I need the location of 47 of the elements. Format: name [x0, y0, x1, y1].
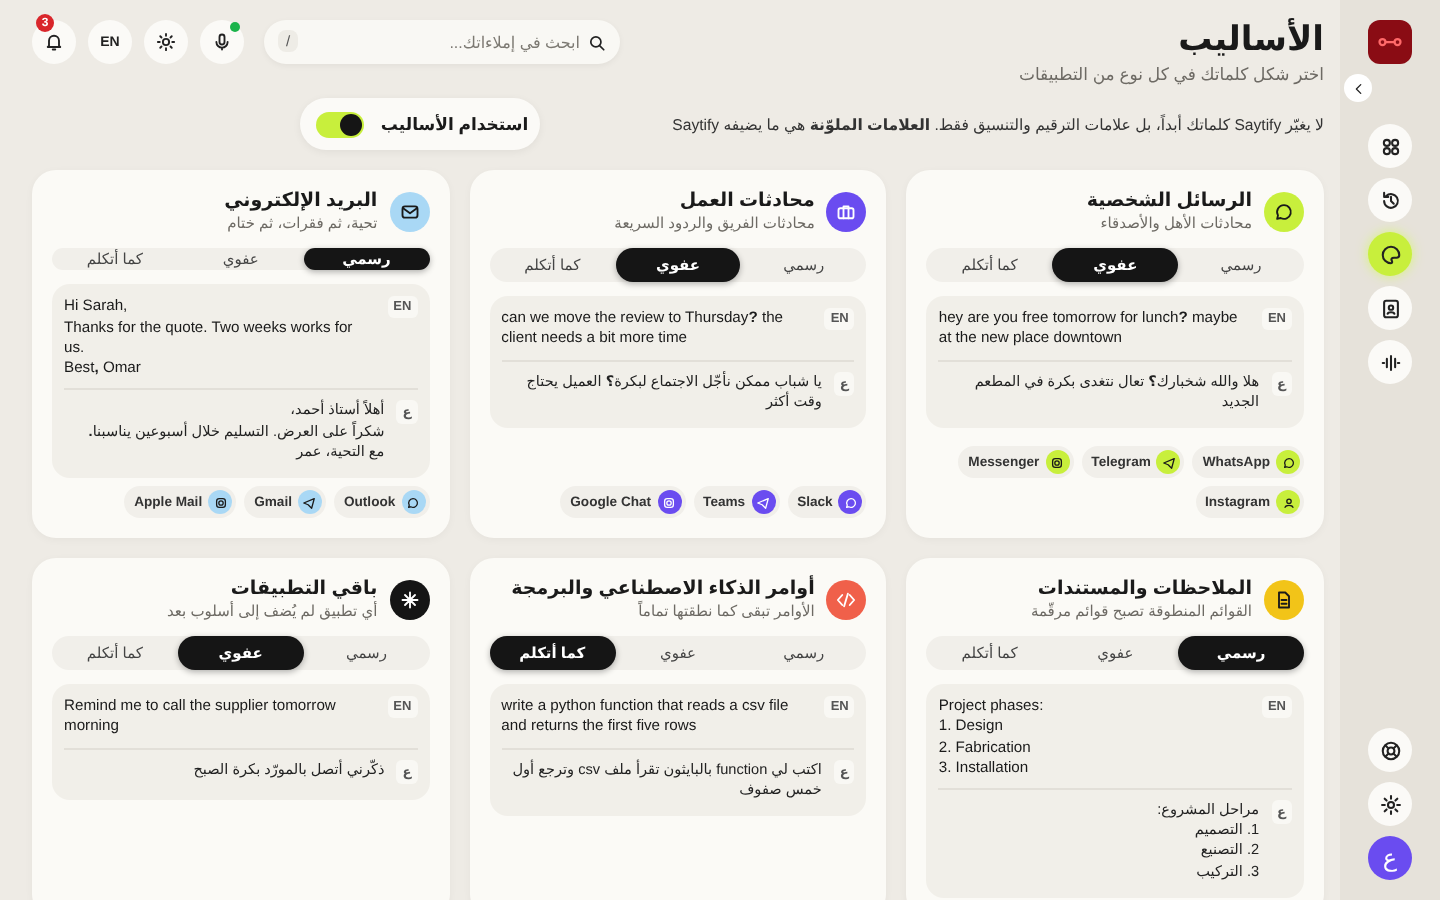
- app-glyph-icon: [843, 495, 858, 509]
- app-glyph-icon: [302, 495, 317, 509]
- theme-button[interactable]: [144, 20, 188, 64]
- briefcase-icon: [836, 201, 857, 221]
- user-avatar[interactable]: ع: [1368, 836, 1412, 880]
- app-glyph-icon: [1050, 455, 1065, 469]
- app-glyph-icon: [1161, 455, 1176, 469]
- search-icon: [588, 33, 606, 51]
- card-title: باقي التطبيقات: [228, 578, 378, 600]
- nav-button[interactable]: [1368, 124, 1412, 168]
- settings-button[interactable]: [1368, 782, 1412, 826]
- sparkle-icon: [399, 589, 420, 609]
- nav-button[interactable]: [1368, 178, 1412, 222]
- styles-toggle[interactable]: استخدام الأساليب: [300, 98, 541, 150]
- microphone-icon: [212, 32, 232, 52]
- nav-button[interactable]: [1368, 286, 1412, 330]
- bell-icon: [44, 32, 64, 52]
- page-title: الأساليب: [1176, 20, 1324, 60]
- sun-icon: [156, 32, 176, 52]
- app-glyph-icon: [1281, 495, 1295, 509]
- card-title: البريد الإلكتروني: [224, 190, 378, 212]
- code-icon: [836, 589, 857, 609]
- envelope-icon: [399, 201, 420, 221]
- app-glyph-icon: [756, 495, 771, 509]
- history-icon: [1379, 189, 1401, 211]
- app-glyph-icon: [1281, 455, 1295, 469]
- chevron-icon: [1351, 81, 1365, 95]
- switch[interactable]: [316, 111, 365, 137]
- card-title: الرسائل الشخصية: [1086, 190, 1252, 212]
- waveform-icon: [1379, 351, 1401, 373]
- app-glyph-icon: [213, 495, 228, 509]
- page-subtitle: اختر شكل كلماتك في كل نوع من التطبيقات: [1018, 64, 1324, 86]
- nav-button[interactable]: [1368, 232, 1412, 276]
- nav-button[interactable]: [1368, 340, 1412, 384]
- card-title: محادثات العمل: [677, 190, 815, 212]
- app-glyph-icon: [406, 495, 421, 509]
- grid-icon: [1379, 135, 1401, 157]
- collapse-button[interactable]: [1344, 74, 1372, 102]
- contact-book-icon: [1379, 297, 1401, 319]
- microphone-button[interactable]: [200, 20, 244, 64]
- lifebuoy-icon: [1379, 739, 1401, 761]
- app-glyph-icon: [662, 495, 677, 509]
- card-title: أوامر الذكاء الاصطناعي والبرمجة: [511, 578, 815, 600]
- document-icon: [1274, 589, 1294, 609]
- help-button[interactable]: [1368, 728, 1412, 772]
- card-title: الملاحظات والمستندات: [1035, 578, 1252, 600]
- chat-bubble-icon: [1274, 201, 1294, 221]
